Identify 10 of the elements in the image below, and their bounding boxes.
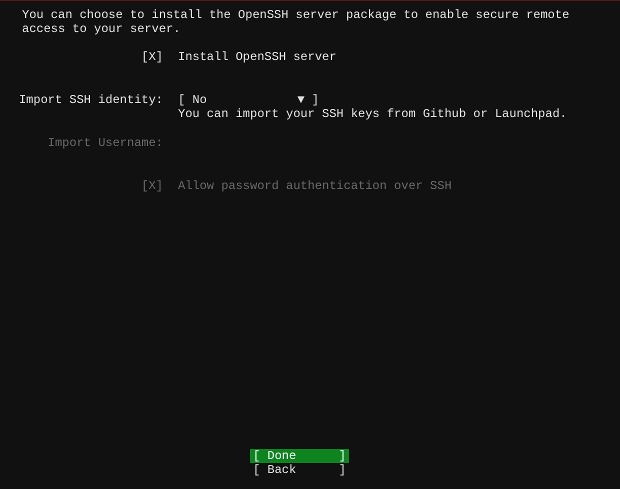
intro-text: You can choose to install the OpenSSH server package to enable secure remote access to your server. [22,8,570,36]
dropdown[interactable]: [ No ▼ ] [178,93,319,107]
hint-text: You can import your SSH keys from Github or Launchpad. [178,107,567,121]
menu-button[interactable]: [ Done ] [250,449,349,463]
checkbox-label: Allow password authentication over SSH [178,179,452,193]
checkbox-label: Install OpenSSH server [178,50,336,64]
field-label: Import Username: [48,136,163,150]
field-label: Import SSH identity: [18,93,163,109]
menu-button[interactable]: [ Back ] [250,463,349,477]
checkbox[interactable]: [X] [141,50,163,64]
